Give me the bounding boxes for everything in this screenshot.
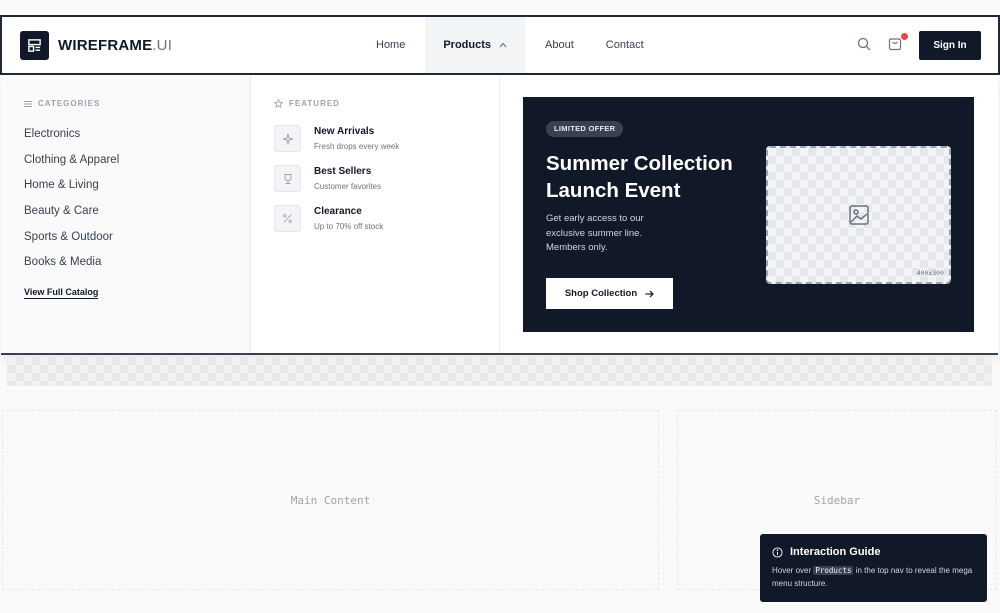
featured-item-clearance[interactable]: Clearance Up to 70% off stock: [274, 205, 383, 232]
category-link-books[interactable]: Books & Media: [24, 254, 119, 280]
featured-item-new-arrivals[interactable]: New Arrivals Fresh drops every week: [274, 125, 399, 152]
featured-title: Best Sellers: [314, 166, 372, 177]
image-dimensions: 400x300: [916, 269, 944, 277]
category-list: Electronics Clothing & Apparel Home & Li…: [24, 126, 119, 280]
arrow-right-icon: [645, 290, 655, 298]
nav-item-contact[interactable]: Contact: [590, 17, 660, 73]
list-icon: [24, 100, 32, 108]
percent-icon: [274, 205, 301, 232]
category-link-clothing[interactable]: Clothing & Apparel: [24, 152, 119, 178]
brand-logo[interactable]: WIREFRAME.UI: [20, 31, 172, 60]
category-link-beauty[interactable]: Beauty & Care: [24, 203, 119, 229]
layout-icon: [20, 31, 49, 60]
search-icon[interactable]: [857, 37, 873, 53]
featured-subtitle: Up to 70% off stock: [314, 222, 384, 231]
trophy-icon: [274, 165, 301, 192]
nav-item-products-label: Products: [443, 39, 492, 51]
category-link-sports[interactable]: Sports & Outdoor: [24, 229, 119, 255]
promo-title: Summer Collection Launch Event: [546, 152, 733, 202]
nav-item-home[interactable]: Home: [360, 17, 421, 73]
star-icon: [274, 99, 283, 108]
info-icon: [772, 546, 783, 558]
guide-code-products: Products: [813, 566, 854, 575]
chevron-up-icon: [499, 42, 507, 48]
shop-collection-button[interactable]: Shop Collection: [546, 278, 673, 309]
featured-heading: FEATURED: [274, 99, 340, 108]
limited-offer-badge: LIMITED OFFER: [546, 121, 624, 137]
featured-title: Clearance: [314, 206, 362, 217]
sparkle-icon: [274, 125, 301, 152]
featured-subtitle: Fresh drops every week: [314, 142, 400, 151]
main-nav: Home Products About Contact: [360, 17, 660, 73]
promo-image-placeholder: 400x300: [766, 146, 951, 284]
shopping-bag-icon[interactable]: [888, 33, 908, 54]
categories-heading: CATEGORIES: [24, 99, 100, 108]
main-content-placeholder: Main Content: [2, 410, 659, 590]
sign-in-button[interactable]: Sign In: [919, 31, 981, 60]
nav-item-about[interactable]: About: [529, 17, 590, 73]
nav-item-products[interactable]: Products: [425, 17, 526, 73]
products-mega-menu: CATEGORIES Electronics Clothing & Appare…: [1, 75, 998, 355]
view-full-catalog-link[interactable]: View Full Catalog: [24, 287, 99, 299]
promo-banner: LIMITED OFFER Summer Collection Launch E…: [523, 97, 974, 332]
hero-placeholder-strip: [7, 356, 992, 386]
guide-text: Hover over Products in the top nav to re…: [772, 566, 973, 588]
image-icon: [848, 204, 870, 231]
featured-title: New Arrivals: [314, 126, 375, 137]
interaction-guide-toast: Interaction Guide Hover over Products in…: [760, 534, 987, 602]
featured-column: FEATURED New Arrivals Fresh drops every …: [251, 75, 500, 353]
category-link-electronics[interactable]: Electronics: [24, 126, 119, 152]
category-link-home-living[interactable]: Home & Living: [24, 177, 119, 203]
featured-item-best-sellers[interactable]: Best Sellers Customer favorites: [274, 165, 381, 192]
cart-notification-dot: [901, 33, 908, 40]
categories-column: CATEGORIES Electronics Clothing & Appare…: [1, 75, 251, 353]
promo-description: Get early access to our exclusive summer…: [546, 213, 644, 253]
guide-heading: Interaction Guide: [772, 546, 975, 558]
top-navbar: WIREFRAME.UI Home Products About Contact…: [0, 15, 1000, 75]
featured-subtitle: Customer favorites: [314, 182, 382, 191]
brand-name: WIREFRAME.UI: [58, 37, 173, 54]
